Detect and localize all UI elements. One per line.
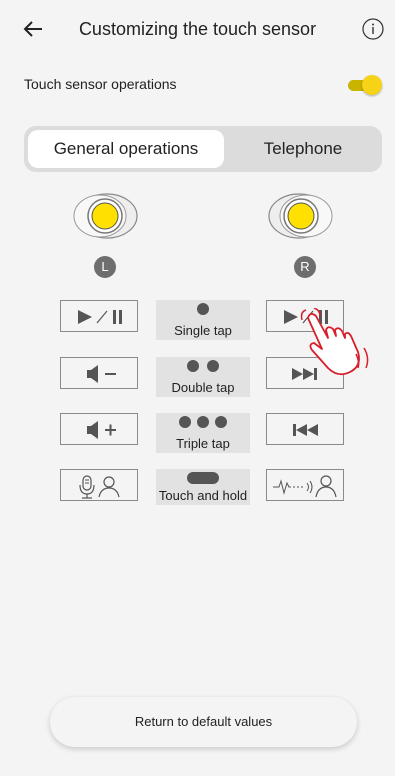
left-double-tap-button[interactable] <box>60 357 138 389</box>
volume-up-icon <box>87 421 116 439</box>
single-dot-icon <box>197 303 209 315</box>
left-label-badge: L <box>94 256 116 278</box>
gesture-touch-hold: Touch and hold <box>156 469 250 505</box>
gesture-single-tap: Single tap <box>156 300 250 340</box>
toggle-knob <box>362 75 382 95</box>
play-pause-icon <box>78 310 122 324</box>
info-icon[interactable] <box>362 18 384 40</box>
left-earbud-icon <box>73 193 138 239</box>
previous-track-icon <box>293 424 318 436</box>
triple-dot-icon <box>179 416 227 428</box>
gesture-triple-tap: Triple tap <box>156 413 250 453</box>
voice-assistant-icon <box>79 475 120 499</box>
right-touch-hold-button[interactable] <box>266 469 344 501</box>
left-touch-hold-button[interactable] <box>60 469 138 501</box>
left-single-tap-button[interactable] <box>60 300 138 332</box>
left-triple-tap-button[interactable] <box>60 413 138 445</box>
top-bar: Customizing the touch sensor <box>0 0 395 64</box>
touch-sensor-toggle[interactable] <box>346 75 382 95</box>
hold-bar-icon <box>187 472 219 484</box>
tab-general-operations[interactable]: General operations <box>28 130 224 168</box>
ambient-sound-icon <box>273 475 337 498</box>
return-to-default-button[interactable]: Return to default values <box>50 697 357 747</box>
tab-bar: General operations Telephone <box>24 126 382 172</box>
page-title: Customizing the touch sensor <box>78 19 317 39</box>
right-label-badge: R <box>294 256 316 278</box>
tab-telephone[interactable]: Telephone <box>224 130 382 168</box>
right-triple-tap-button[interactable] <box>266 413 344 445</box>
gesture-label: Triple tap <box>176 436 230 451</box>
gesture-label: Touch and hold <box>158 488 248 503</box>
double-dot-icon <box>187 360 219 372</box>
touch-sensor-label: Touch sensor operations <box>24 76 177 92</box>
right-earbud-icon <box>268 193 333 239</box>
gesture-label: Double tap <box>171 380 235 395</box>
gesture-label: Single tap <box>174 323 232 338</box>
hand-tap-icon <box>300 308 369 376</box>
volume-down-icon <box>87 365 116 383</box>
gesture-double-tap: Double tap <box>156 357 250 397</box>
